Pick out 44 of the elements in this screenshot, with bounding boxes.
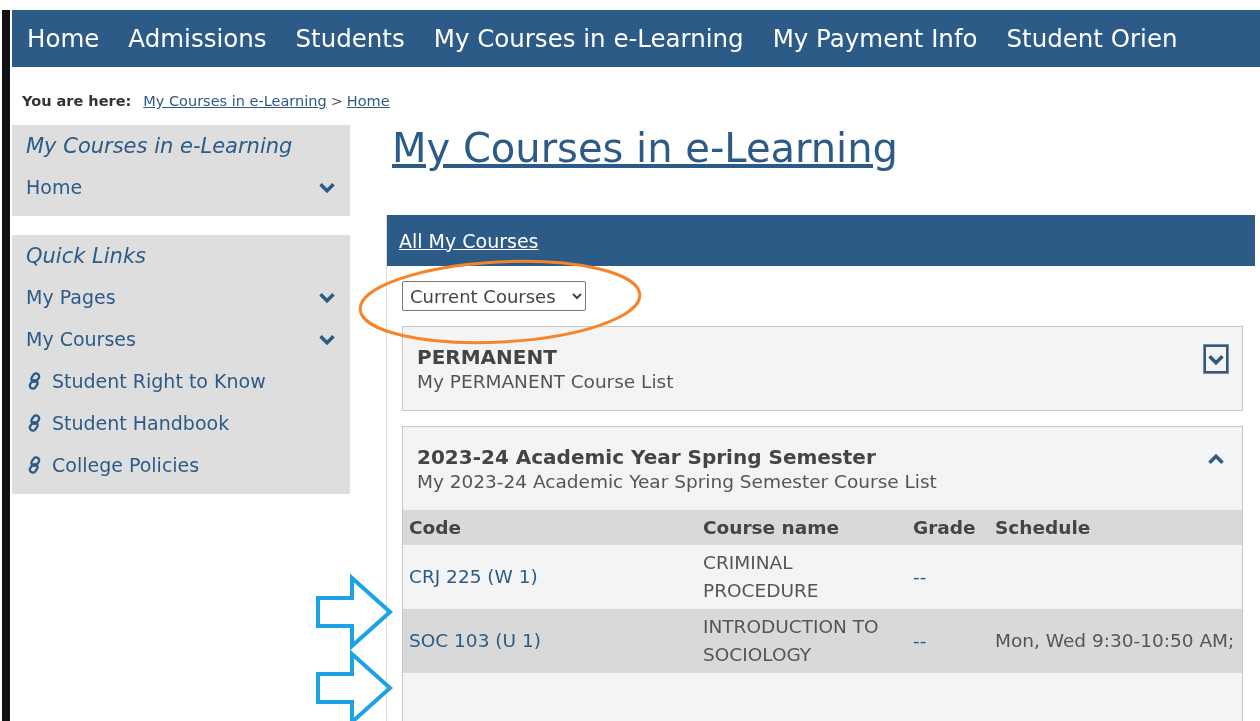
grade-link[interactable]: -- <box>913 630 927 652</box>
column-header: Schedule <box>989 510 1242 545</box>
course-code-link[interactable]: CRJ 225 (W 1) <box>409 566 538 588</box>
column-header: Grade <box>907 510 989 545</box>
page-title[interactable]: My Courses in e-Learning <box>386 125 1260 215</box>
group-subtitle: My PERMANENT Course List <box>417 371 674 392</box>
sidebar-item[interactable]: My Pages <box>26 276 336 318</box>
course-filter-dropdown[interactable]: Current Courses <box>402 281 586 311</box>
breadcrumb-link[interactable]: My Courses in e-Learning <box>143 93 327 109</box>
group-title: 2023-24 Academic Year Spring Semester <box>417 445 877 469</box>
sidebar-heading: My Courses in e-Learning <box>26 133 294 160</box>
nav-link[interactable]: Students <box>295 24 405 53</box>
nav-link[interactable]: Student Orien <box>1006 24 1178 53</box>
sidebar-link[interactable]: College Policies <box>26 444 336 486</box>
group-title: PERMANENT <box>417 345 558 369</box>
group-subtitle: My 2023-24 Academic Year Spring Semester Course List <box>417 471 937 492</box>
column-header: Code <box>403 510 697 545</box>
course-name: CRIMINAL PROCEDURE <box>703 552 819 601</box>
breadcrumb-label: You are here: <box>22 93 132 109</box>
chevron-down-icon[interactable] <box>318 290 336 304</box>
sidebar-item[interactable]: Home <box>26 166 336 208</box>
course-name: INTRODUCTION TO SOCIOLOGY <box>703 616 879 665</box>
schedule-text: Mon, Wed 9:30-10:50 AM; <box>995 630 1235 652</box>
sidebar-heading: Quick Links <box>26 243 147 270</box>
all-courses-link[interactable]: All My Courses <box>399 229 539 252</box>
column-header: Course name <box>697 510 907 545</box>
chevron-down-icon <box>1207 352 1225 366</box>
sidebar-item[interactable]: My Courses <box>26 318 336 360</box>
course-code-link[interactable]: SOC 103 (U 1) <box>409 630 541 652</box>
chevron-up-icon <box>1207 452 1225 466</box>
chevron-down-icon[interactable] <box>318 332 336 346</box>
nav-link[interactable]: Home <box>27 24 100 53</box>
chevron-down-icon[interactable] <box>318 180 336 194</box>
sidebar-link[interactable]: Student Handbook <box>26 402 336 444</box>
breadcrumb-separator: > <box>330 93 343 109</box>
sidebar-link[interactable]: Student Right to Know <box>26 360 336 402</box>
breadcrumb-link[interactable]: Home <box>346 93 390 109</box>
nav-link[interactable]: Admissions <box>128 24 267 53</box>
grade-link[interactable]: -- <box>913 566 927 588</box>
nav-link[interactable]: My Payment Info <box>772 24 978 53</box>
arrow-icon <box>316 573 393 651</box>
arrow-icon <box>316 649 393 721</box>
nav-link[interactable]: My Courses in e-Learning <box>433 24 744 53</box>
toggle-button[interactable] <box>1204 345 1228 373</box>
